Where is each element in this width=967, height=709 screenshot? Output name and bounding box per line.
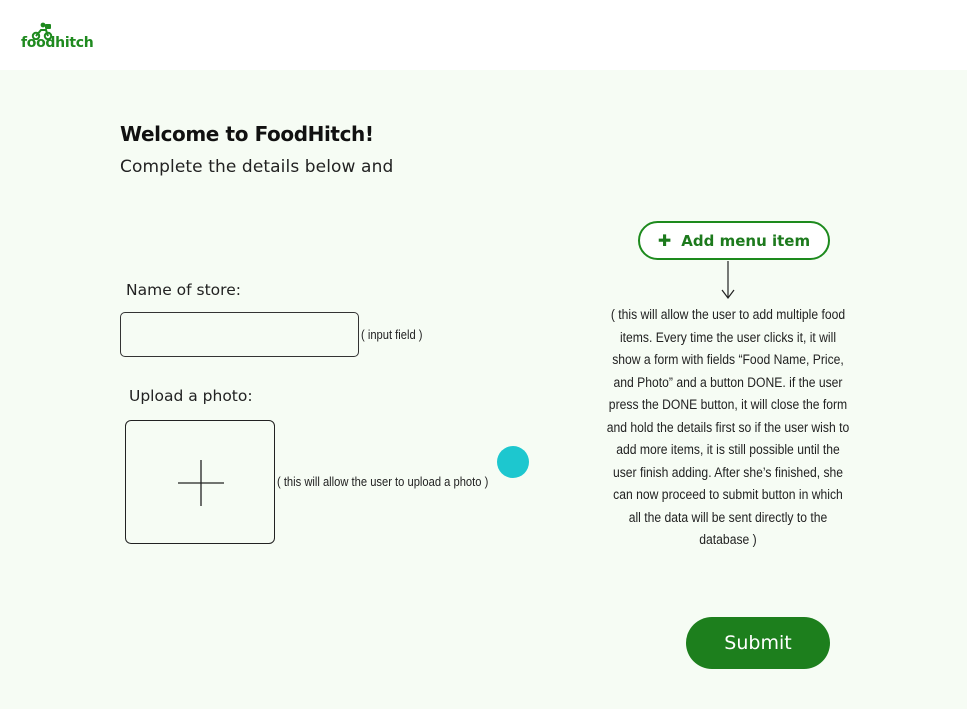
store-name-label: Name of store: bbox=[126, 281, 241, 299]
add-menu-item-button[interactable]: ✚ Add menu item bbox=[638, 221, 830, 260]
rider-logo-icon bbox=[31, 22, 53, 40]
add-menu-item-note: ( this will allow the user to add multip… bbox=[606, 307, 850, 547]
plus-icon: ✚ bbox=[657, 230, 672, 250]
store-name-input[interactable] bbox=[120, 312, 359, 357]
upload-photo-label: Upload a photo: bbox=[129, 387, 253, 405]
page-subtitle: Complete the details below and bbox=[120, 157, 394, 177]
upload-photo-note: ( this will allow the user to upload a p… bbox=[277, 474, 489, 489]
plus-icon bbox=[178, 460, 224, 506]
arrow-down-icon bbox=[721, 261, 735, 299]
foodhitch-logo[interactable]: foodhitch bbox=[21, 22, 94, 50]
header: foodhitch bbox=[0, 0, 967, 70]
add-menu-item-label: Add menu item bbox=[681, 231, 811, 250]
page-title: Welcome to FoodHitch! bbox=[120, 122, 374, 146]
submit-button[interactable]: Submit bbox=[686, 617, 830, 669]
cursor-indicator bbox=[497, 446, 529, 478]
store-input-note: ( input field ) bbox=[361, 327, 423, 342]
upload-photo-button[interactable] bbox=[125, 420, 275, 544]
